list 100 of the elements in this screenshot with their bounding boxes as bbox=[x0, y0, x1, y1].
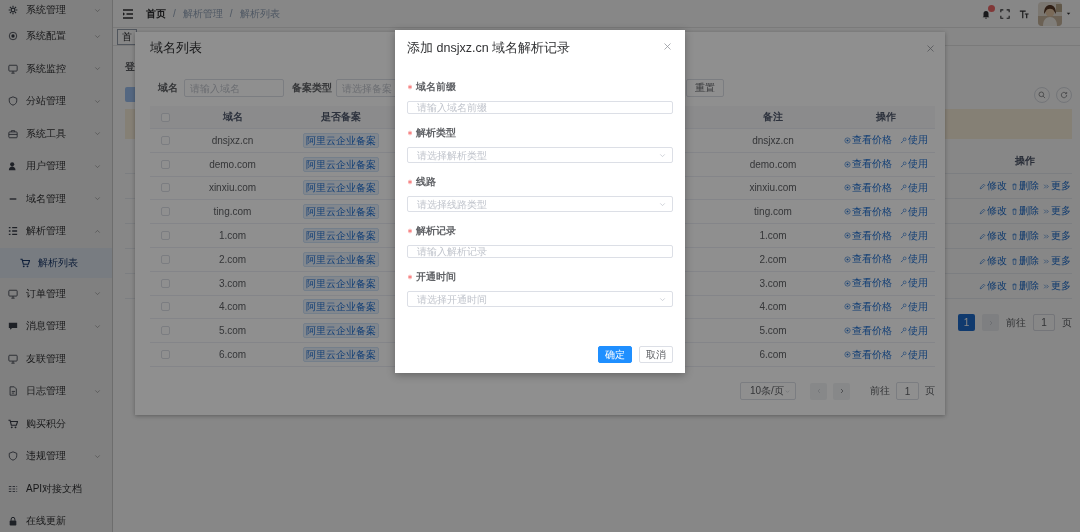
menu-item[interactable]: 日志管理 bbox=[0, 375, 112, 408]
filing-tag: 阿里云企业备案 bbox=[303, 251, 379, 267]
table-cell-text: 6.com bbox=[217, 349, 248, 361]
table-cell-text: 2.com bbox=[217, 253, 248, 265]
use-link[interactable]: 使用 bbox=[899, 323, 928, 338]
edit-link[interactable]: 修改 bbox=[978, 254, 1007, 268]
table-cell-text: 5.com bbox=[217, 325, 248, 337]
menu-item[interactable]: 系统工具 bbox=[0, 117, 112, 150]
delete-link[interactable]: 删除 bbox=[1010, 254, 1039, 268]
field-label: 域名前缀 bbox=[416, 80, 456, 94]
price-link[interactable]: 查看价格 bbox=[843, 181, 892, 195]
price-link[interactable]: 查看价格 bbox=[843, 299, 892, 314]
menu-item[interactable]: 购买积分 bbox=[0, 407, 112, 440]
use-link[interactable]: 使用 bbox=[899, 299, 928, 314]
menu-item[interactable]: API对接文档 bbox=[0, 472, 112, 505]
field-label: 备案类型 bbox=[292, 81, 332, 95]
filing-tag: 阿里云企业备案 bbox=[303, 156, 379, 172]
table-cell-text: dnsjxz.cn bbox=[210, 134, 255, 146]
page-input[interactable]: 1 bbox=[896, 382, 919, 401]
menu-item[interactable]: 违规管理 bbox=[0, 440, 112, 473]
form-label: 登 bbox=[125, 60, 136, 74]
use-link[interactable]: 使用 bbox=[899, 133, 928, 148]
price-link[interactable]: 查看价格 bbox=[843, 347, 892, 362]
more-link[interactable]: 更多 bbox=[1042, 254, 1071, 268]
menu-item[interactable]: 域名管理 bbox=[0, 182, 112, 215]
menu-item[interactable]: 系统监控 bbox=[0, 52, 112, 85]
page-input[interactable]: 1 bbox=[1033, 314, 1055, 331]
delete-link[interactable]: 删除 bbox=[1010, 204, 1039, 218]
table-cell-text: 3.com bbox=[758, 277, 788, 289]
table-cell-text: 4.com bbox=[217, 301, 248, 313]
delete-link[interactable]: 删除 bbox=[1010, 179, 1039, 193]
field-label: 解析记录 bbox=[416, 224, 456, 238]
edit-link[interactable]: 修改 bbox=[978, 204, 1007, 218]
dialog-title: 域名列表 bbox=[150, 39, 202, 57]
price-link[interactable]: 查看价格 bbox=[843, 228, 892, 243]
use-link[interactable]: 使用 bbox=[899, 181, 928, 195]
goto-label: 前往 bbox=[1006, 315, 1026, 330]
menu-item[interactable]: 系统配置 bbox=[0, 20, 112, 53]
price-link[interactable]: 查看价格 bbox=[843, 204, 892, 219]
menu-item[interactable]: 友联管理 bbox=[0, 342, 112, 375]
submenu-item[interactable]: 解析列表 bbox=[0, 247, 112, 278]
menu-item[interactable]: 消息管理 bbox=[0, 310, 112, 343]
use-link[interactable]: 使用 bbox=[899, 347, 928, 362]
price-link[interactable]: 查看价格 bbox=[843, 133, 892, 148]
delete-link[interactable]: 删除 bbox=[1010, 279, 1039, 293]
table-cell-text: ting.com bbox=[212, 206, 253, 218]
use-link[interactable]: 使用 bbox=[899, 228, 928, 243]
more-link[interactable]: 更多 bbox=[1042, 179, 1071, 193]
table-cell-text: 3.com bbox=[217, 277, 248, 289]
page-unit: 页 bbox=[925, 384, 935, 399]
cancel-button[interactable]: 取消 bbox=[639, 346, 673, 363]
field-label: 域名 bbox=[158, 81, 178, 95]
filing-tag: 阿里云企业备案 bbox=[303, 275, 379, 291]
field-label: 线路 bbox=[416, 175, 436, 189]
table-cell-text: demo.com bbox=[748, 158, 798, 170]
price-link[interactable]: 查看价格 bbox=[843, 252, 892, 267]
use-link[interactable]: 使用 bbox=[899, 276, 928, 291]
column-header: 操作 bbox=[874, 110, 897, 124]
filing-tag: 阿里云企业备案 bbox=[303, 228, 379, 244]
more-link[interactable]: 更多 bbox=[1042, 279, 1071, 293]
breadcrumb-item[interactable]: 首页 bbox=[146, 6, 166, 21]
use-link[interactable]: 使用 bbox=[899, 157, 928, 172]
field-label: 开通时间 bbox=[416, 270, 456, 284]
breadcrumb-separator: / bbox=[173, 8, 176, 19]
page-unit: 页 bbox=[1062, 315, 1072, 330]
filing-tag: 阿里云企业备案 bbox=[303, 132, 379, 148]
price-link[interactable]: 查看价格 bbox=[843, 323, 892, 338]
table-cell-text: 2.com bbox=[758, 253, 788, 265]
price-link[interactable]: 查看价格 bbox=[843, 157, 892, 172]
confirm-button[interactable]: 确定 bbox=[598, 346, 632, 363]
page-size-select[interactable]: 10条/页 bbox=[740, 382, 796, 401]
filing-tag: 阿里云企业备案 bbox=[303, 180, 379, 196]
use-link[interactable]: 使用 bbox=[899, 252, 928, 267]
use-link[interactable]: 使用 bbox=[899, 204, 928, 219]
more-link[interactable]: 更多 bbox=[1042, 229, 1071, 243]
menu-item[interactable]: 系统管理 bbox=[0, 0, 112, 20]
column-header: 是否备案 bbox=[320, 110, 362, 124]
menu-item[interactable]: 订单管理 bbox=[0, 277, 112, 310]
edit-link[interactable]: 修改 bbox=[978, 279, 1007, 293]
table-cell-text: xinxiu.com bbox=[207, 182, 258, 194]
delete-link[interactable]: 删除 bbox=[1010, 229, 1039, 243]
edit-link[interactable]: 修改 bbox=[978, 229, 1007, 243]
filing-tag: 阿里云企业备案 bbox=[303, 323, 379, 339]
menu-item[interactable]: 分站管理 bbox=[0, 85, 112, 118]
page-number[interactable]: 1 bbox=[958, 314, 975, 331]
price-link[interactable]: 查看价格 bbox=[843, 276, 892, 291]
menu-item[interactable]: 在线更新 bbox=[0, 505, 112, 532]
table-cell-text: ting.com bbox=[753, 206, 793, 218]
edit-link[interactable]: 修改 bbox=[978, 179, 1007, 193]
reset-button[interactable]: 重置 bbox=[686, 79, 724, 97]
column-header: 备注 bbox=[762, 110, 784, 124]
menu-item[interactable]: 用户管理 bbox=[0, 150, 112, 183]
more-link[interactable]: 更多 bbox=[1042, 204, 1071, 218]
field-label: 解析类型 bbox=[416, 126, 456, 140]
filing-tag: 阿里云企业备案 bbox=[303, 204, 379, 220]
table-cell-text: 4.com bbox=[758, 301, 788, 313]
column-header: 域名 bbox=[221, 110, 244, 124]
table-cell-text: 6.com bbox=[758, 349, 788, 361]
table-cell-text: 1.com bbox=[758, 230, 788, 242]
menu-item[interactable]: 解析管理 bbox=[0, 215, 112, 248]
